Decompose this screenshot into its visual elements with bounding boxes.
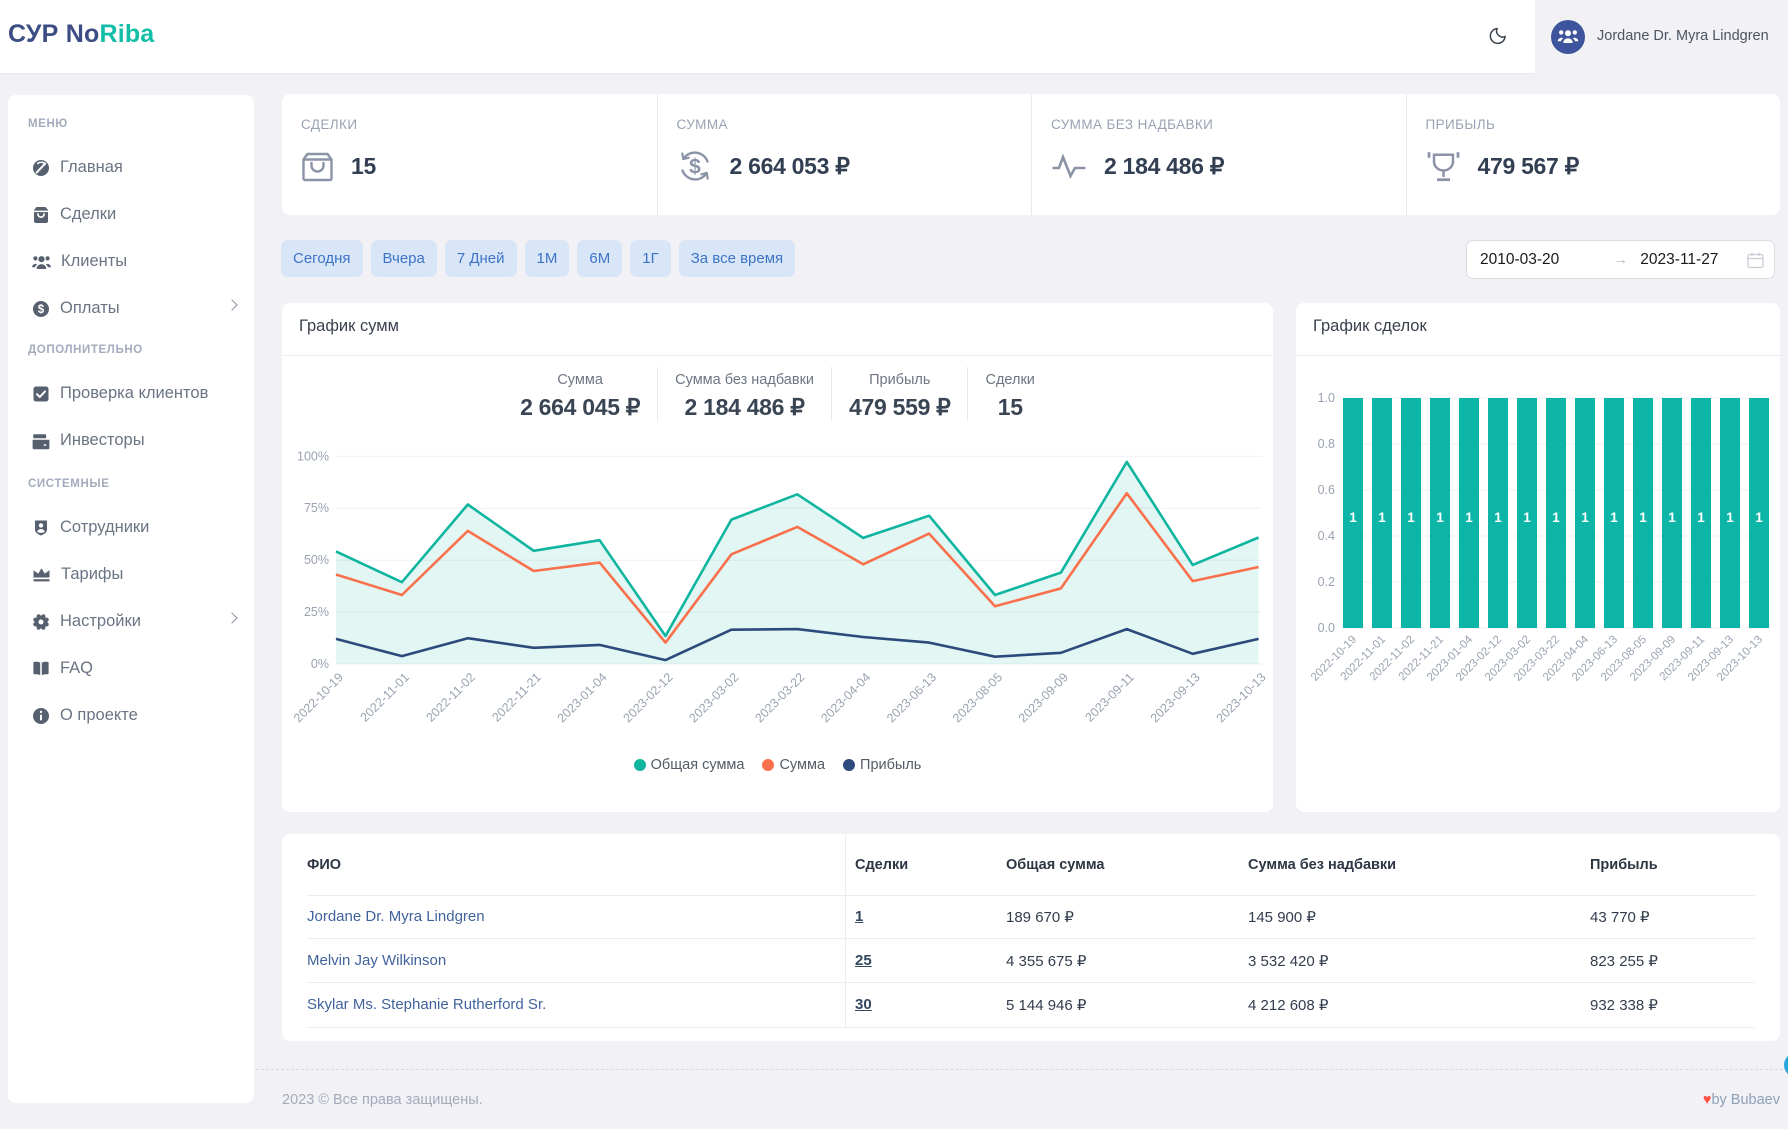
svg-text:2023-02-12: 2023-02-12 bbox=[621, 670, 676, 725]
svg-text:1: 1 bbox=[1436, 510, 1444, 525]
svg-text:1: 1 bbox=[1581, 510, 1589, 525]
svg-text:1: 1 bbox=[1523, 510, 1531, 525]
svg-text:2023-08-05: 2023-08-05 bbox=[950, 670, 1005, 725]
svg-text:$: $ bbox=[689, 156, 701, 179]
svg-text:2023-03-02: 2023-03-02 bbox=[686, 670, 741, 725]
svg-text:50%: 50% bbox=[304, 553, 329, 567]
svg-text:1: 1 bbox=[1465, 510, 1473, 525]
svg-text:2023-06-13: 2023-06-13 bbox=[884, 670, 939, 725]
svg-text:1: 1 bbox=[1755, 510, 1763, 525]
svg-text:1: 1 bbox=[1552, 510, 1560, 525]
svg-text:25%: 25% bbox=[304, 605, 329, 619]
svg-text:2022-11-21: 2022-11-21 bbox=[489, 670, 543, 724]
svg-text:1: 1 bbox=[1407, 510, 1415, 525]
svg-text:$: $ bbox=[38, 304, 45, 316]
svg-text:1: 1 bbox=[1610, 510, 1618, 525]
svg-text:2023-09-09: 2023-09-09 bbox=[1016, 670, 1071, 725]
svg-text:0.6: 0.6 bbox=[1318, 483, 1335, 497]
svg-text:1: 1 bbox=[1726, 510, 1734, 525]
svg-text:0.4: 0.4 bbox=[1318, 529, 1335, 543]
svg-text:1: 1 bbox=[1494, 510, 1502, 525]
svg-text:100%: 100% bbox=[297, 449, 329, 463]
svg-text:2023-10-13: 2023-10-13 bbox=[1214, 670, 1269, 725]
svg-text:75%: 75% bbox=[304, 501, 329, 515]
svg-text:1.0: 1.0 bbox=[1318, 391, 1335, 405]
svg-text:2022-11-02: 2022-11-02 bbox=[423, 670, 477, 724]
svg-text:2022-11-01: 2022-11-01 bbox=[358, 670, 412, 724]
svg-text:2023-09-11: 2023-09-11 bbox=[1082, 670, 1136, 724]
svg-text:1: 1 bbox=[1349, 510, 1357, 525]
svg-text:2023-01-04: 2023-01-04 bbox=[555, 670, 610, 725]
svg-text:1: 1 bbox=[1697, 510, 1705, 525]
svg-text:0.0: 0.0 bbox=[1318, 621, 1335, 635]
svg-text:0%: 0% bbox=[311, 657, 329, 671]
svg-text:2023-04-04: 2023-04-04 bbox=[818, 670, 873, 725]
svg-text:1: 1 bbox=[1378, 510, 1386, 525]
svg-text:2023-09-13: 2023-09-13 bbox=[1148, 670, 1203, 725]
svg-text:0.8: 0.8 bbox=[1318, 437, 1335, 451]
svg-text:1: 1 bbox=[1668, 510, 1676, 525]
svg-text:0.2: 0.2 bbox=[1318, 575, 1335, 589]
svg-text:1: 1 bbox=[1639, 510, 1647, 525]
svg-text:2022-10-19: 2022-10-19 bbox=[291, 670, 346, 725]
svg-text:2023-03-22: 2023-03-22 bbox=[752, 670, 807, 725]
